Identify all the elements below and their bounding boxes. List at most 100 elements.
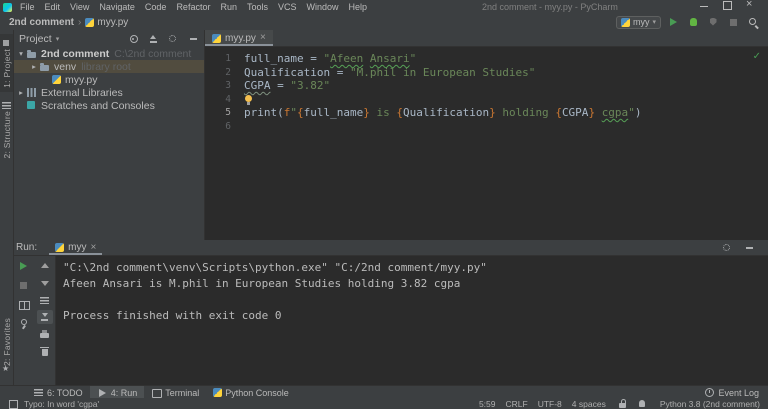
code-token: Afeen bbox=[330, 52, 364, 65]
code-token: } bbox=[363, 106, 370, 119]
tool-btn-label: Terminal bbox=[165, 387, 200, 398]
menu-refactor[interactable]: Refactor bbox=[171, 0, 215, 14]
debug-icon[interactable] bbox=[686, 15, 700, 29]
readonly-lock-icon[interactable] bbox=[616, 397, 630, 409]
console-output[interactable]: "C:\2nd comment\venv\Scripts\python.exe"… bbox=[56, 256, 768, 385]
console-toolbar bbox=[34, 256, 56, 385]
console-line: "C:\2nd comment\venv\Scripts\python.exe"… bbox=[63, 261, 487, 274]
menu-navigate[interactable]: Navigate bbox=[94, 0, 140, 14]
hide-icon[interactable] bbox=[742, 241, 756, 255]
caret-position[interactable]: 5:59 bbox=[479, 399, 496, 409]
stripe-1-project[interactable]: 1: Project bbox=[0, 34, 13, 92]
run-icon[interactable] bbox=[666, 15, 680, 29]
menu-tools[interactable]: Tools bbox=[242, 0, 273, 14]
close-tab-icon[interactable] bbox=[90, 243, 96, 253]
breadcrumb-project[interactable]: 2nd comment bbox=[9, 17, 74, 28]
code-token: is bbox=[369, 106, 397, 119]
menu-run[interactable]: Run bbox=[215, 0, 242, 14]
settings-icon[interactable] bbox=[166, 32, 180, 46]
chevron-down-icon bbox=[652, 18, 656, 26]
menu-help[interactable]: Help bbox=[344, 0, 373, 14]
clear-all-icon[interactable] bbox=[37, 344, 53, 358]
stripe-2-favorites[interactable]: 2: Favorites bbox=[0, 314, 13, 379]
rerun-icon[interactable] bbox=[16, 259, 32, 273]
code-line-5: 5 print(f"{full_name} is {Qualification} … bbox=[205, 106, 768, 120]
chevron-right-icon[interactable] bbox=[16, 88, 26, 97]
inspections-profile-icon[interactable] bbox=[636, 397, 650, 409]
soft-wrap-icon[interactable] bbox=[37, 293, 53, 307]
clear-all-icon bbox=[39, 346, 50, 357]
status-bar-right: 5:59 CRLF UTF-8 4 spaces Python 3.8 (2nd… bbox=[479, 397, 760, 409]
settings-icon[interactable] bbox=[720, 241, 734, 255]
up-stack-trace-icon[interactable] bbox=[37, 259, 53, 273]
code-line-1: 1 full_name = "Afeen Ansari" bbox=[205, 52, 768, 66]
toolbar-actions bbox=[666, 15, 760, 29]
menu-vcs[interactable]: VCS bbox=[273, 0, 302, 14]
code-token: cgpa bbox=[601, 106, 629, 119]
tree-item-2nd-comment[interactable]: 2nd comment C:\2nd comment bbox=[13, 47, 204, 60]
pycharm-logo-icon bbox=[3, 2, 12, 12]
tree-item-venv[interactable]: venv library root bbox=[13, 60, 204, 73]
editor-tab-myy-py[interactable]: myy.py bbox=[205, 30, 273, 46]
chevron-down-icon[interactable] bbox=[16, 49, 26, 58]
menu-edit[interactable]: Edit bbox=[40, 0, 66, 14]
code-token: } bbox=[489, 106, 496, 119]
line-number[interactable]: 1 bbox=[205, 52, 238, 66]
favorites-tool-icon bbox=[2, 364, 11, 375]
menu-file[interactable]: File bbox=[15, 0, 40, 14]
pin-tab-icon[interactable] bbox=[16, 316, 32, 330]
search-everywhere-icon[interactable] bbox=[746, 15, 760, 29]
run-tab-myy[interactable]: myy bbox=[49, 240, 102, 255]
chevron-right-icon[interactable] bbox=[29, 62, 39, 71]
restore-layout-icon[interactable] bbox=[16, 297, 32, 311]
python-icon bbox=[213, 388, 223, 397]
tree-item-scratches-and-consoles[interactable]: Scratches and Consoles bbox=[13, 99, 204, 112]
tree-item-myy-py[interactable]: myy.py bbox=[13, 73, 204, 86]
line-number[interactable]: 2 bbox=[205, 66, 238, 80]
menu-window[interactable]: Window bbox=[302, 0, 344, 14]
search-everywhere-icon bbox=[748, 17, 759, 28]
stop-icon[interactable] bbox=[726, 15, 740, 29]
structure-tool-icon bbox=[1, 100, 12, 111]
print-icon[interactable] bbox=[37, 327, 53, 341]
status-message[interactable]: Typo: In word 'cgpa' bbox=[24, 399, 99, 409]
menu-code[interactable]: Code bbox=[140, 0, 172, 14]
file-encoding[interactable]: UTF-8 bbox=[538, 399, 562, 409]
project-panel-title[interactable]: Project bbox=[19, 33, 52, 45]
terminal-icon bbox=[151, 387, 163, 398]
editor-tab-label: myy.py bbox=[225, 32, 256, 44]
close-button[interactable] bbox=[745, 0, 768, 14]
line-number[interactable]: 4 bbox=[205, 93, 238, 107]
maximize-button[interactable] bbox=[722, 0, 745, 14]
breadcrumb-file: myy.py bbox=[97, 16, 129, 28]
folder-icon bbox=[26, 48, 37, 59]
tree-item-external-libraries[interactable]: External Libraries bbox=[13, 86, 204, 99]
close-icon bbox=[745, 0, 756, 11]
breadcrumb-file-item[interactable]: myy.py bbox=[85, 17, 128, 28]
code-editor[interactable]: 1full_name = "Afeen Ansari"2Qualificatio… bbox=[205, 47, 768, 240]
line-separator[interactable]: CRLF bbox=[506, 399, 528, 409]
coverage-icon[interactable] bbox=[706, 15, 720, 29]
interpreter-name[interactable]: Python 3.8 (2nd comment) bbox=[660, 399, 760, 409]
stop-icon[interactable] bbox=[16, 278, 32, 292]
line-number[interactable]: 5 bbox=[205, 106, 238, 120]
tree-item-label: External Libraries bbox=[41, 86, 123, 99]
minimize-button[interactable] bbox=[699, 0, 722, 14]
menu-view[interactable]: View bbox=[65, 0, 94, 14]
collapse-all-icon[interactable] bbox=[146, 32, 160, 46]
line-number[interactable]: 6 bbox=[205, 120, 238, 134]
hide-icon[interactable] bbox=[186, 32, 200, 46]
navigation-bar: 2nd comment myy.py myy bbox=[0, 14, 768, 31]
run-configuration-select[interactable]: myy bbox=[615, 15, 661, 29]
line-number[interactable]: 3 bbox=[205, 79, 238, 93]
inspections-ok-icon[interactable] bbox=[753, 50, 761, 64]
menu-bar: File Edit View Navigate Code Refactor Run Tools… bbox=[15, 0, 372, 14]
down-stack-trace-icon[interactable] bbox=[37, 276, 53, 290]
close-tab-icon[interactable] bbox=[260, 33, 266, 43]
code-token: Ansari bbox=[369, 52, 410, 65]
run-panel-label: Run: bbox=[16, 242, 38, 253]
scroll-to-end-icon[interactable] bbox=[36, 310, 53, 324]
stripe-2-structure[interactable]: 2: Structure bbox=[0, 96, 13, 163]
indent-setting[interactable]: 4 spaces bbox=[572, 399, 606, 409]
select-opened-file-icon[interactable] bbox=[126, 32, 140, 46]
